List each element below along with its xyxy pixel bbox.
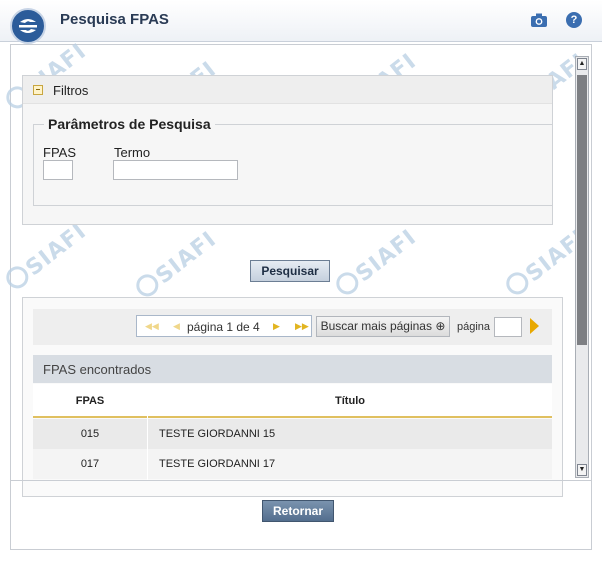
more-pages-label: Buscar mais páginas	[320, 319, 432, 333]
scroll-up-icon[interactable]: ▲	[577, 58, 587, 70]
next-page-icon[interactable]: ▶	[273, 321, 280, 332]
cell-fpas: 017	[80, 458, 100, 470]
footer-divider	[10, 480, 592, 481]
fpas-label: FPAS	[43, 145, 76, 160]
filters-header[interactable]: Filtros	[23, 76, 552, 104]
pager: ◀◀ ◀ página 1 de 4 ▶ ▶▶	[136, 315, 312, 337]
search-button[interactable]: Pesquisar	[250, 260, 330, 282]
table-row[interactable]: 017 TESTE GIORDANNI 17	[33, 449, 552, 479]
cell-titulo: TESTE GIORDANNI 15	[159, 428, 276, 440]
title-bar: Pesquisa FPAS ?	[0, 0, 602, 44]
first-page-icon[interactable]: ◀◀	[145, 321, 159, 332]
page-field-label: página	[457, 321, 491, 333]
prev-page-icon[interactable]: ◀	[173, 321, 180, 332]
plus-icon: ⊕	[435, 319, 446, 333]
page-indicator: página 1 de 4	[187, 320, 260, 334]
page-number-input[interactable]	[494, 317, 522, 337]
filters-label: Filtros	[53, 83, 89, 98]
vertical-scrollbar[interactable]: ▲ ▼	[575, 56, 589, 478]
window: Pesquisa FPAS ? SIAFI SIAFI SIAFI SIAFI …	[0, 0, 602, 562]
more-pages-button[interactable]: Buscar mais páginas ⊕	[316, 316, 450, 337]
results-title: FPAS encontrados	[43, 362, 152, 377]
table-row[interactable]: 015 TESTE GIORDANNI 15	[33, 419, 552, 449]
page-title: Pesquisa FPAS	[60, 11, 169, 28]
siafi-logo-icon	[10, 8, 46, 44]
help-icon[interactable]: ?	[566, 12, 582, 28]
camera-icon[interactable]	[530, 12, 548, 28]
return-button[interactable]: Retornar	[262, 500, 334, 522]
cell-fpas: 015	[80, 428, 100, 440]
collapse-icon[interactable]	[33, 85, 43, 95]
last-page-icon[interactable]: ▶▶	[295, 321, 309, 332]
search-parameters-fieldset	[33, 124, 553, 206]
fpas-input[interactable]	[43, 160, 73, 180]
scroll-thumb[interactable]	[577, 75, 587, 345]
termo-input[interactable]	[113, 160, 238, 180]
search-parameters-legend: Parâmetros de Pesquisa	[44, 116, 215, 132]
column-header-titulo[interactable]: Título	[148, 384, 552, 418]
column-divider	[147, 384, 148, 480]
go-to-page-icon[interactable]	[530, 318, 539, 334]
column-header-fpas[interactable]: FPAS	[33, 384, 147, 418]
scroll-down-icon[interactable]: ▼	[577, 464, 587, 476]
cell-titulo: TESTE GIORDANNI 17	[159, 458, 276, 470]
termo-label: Termo	[114, 145, 151, 160]
